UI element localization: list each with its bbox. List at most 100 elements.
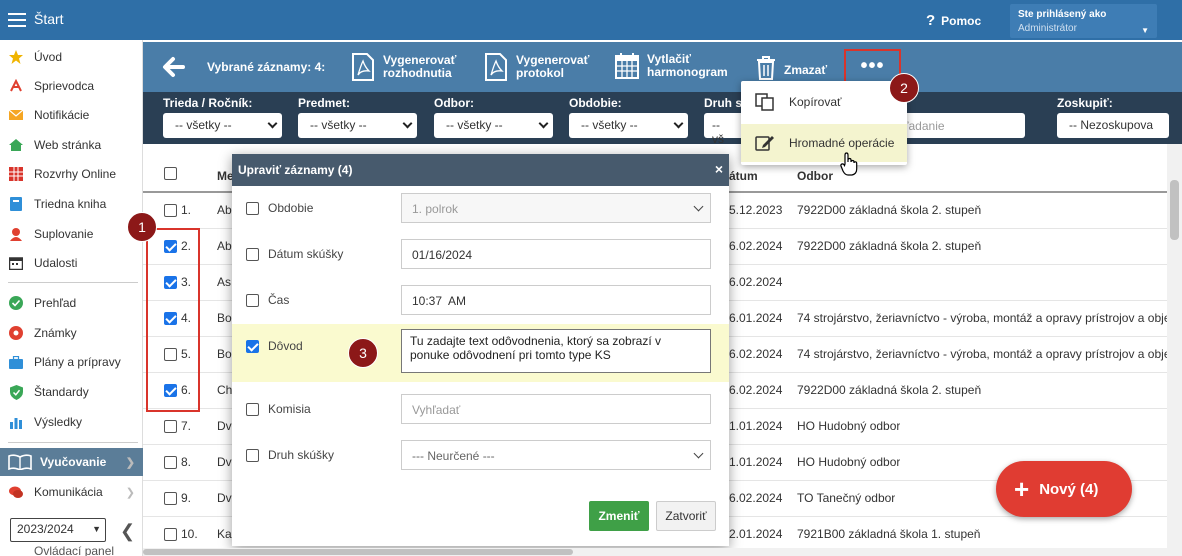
sidebar-section-komunikacia[interactable]: Komunikácia ❯ xyxy=(0,480,143,504)
school-year-select[interactable]: 2023/2024 ▼ xyxy=(10,518,106,542)
menu-item-label: Kopírovať xyxy=(789,95,842,109)
row-odbor: 7922D00 základná škola 2. stupeň xyxy=(797,383,982,397)
filter-obdobie-select[interactable]: -- všetky -- xyxy=(569,113,688,138)
sidebar-item-vysledky[interactable]: Výsledky xyxy=(0,410,143,434)
filter-predmet-select[interactable]: -- všetky -- xyxy=(298,113,417,138)
row-date: 6.02.2024 xyxy=(729,347,783,361)
komisia-checkbox[interactable] xyxy=(246,403,259,416)
form-row-datum: Dátum skúšky 01/16/2024 xyxy=(232,232,729,278)
sidebar-item-web[interactable]: Web stránka xyxy=(0,133,143,157)
column-header-odbor[interactable]: Odbor xyxy=(797,169,833,183)
highlight-box-selection xyxy=(146,228,200,412)
filter-zoskupit-select[interactable]: -- Nezoskupova xyxy=(1057,113,1169,138)
menu-item-bulk-operations[interactable]: Hromadné operácie xyxy=(741,124,907,162)
filter-label-obdobie: Obdobie: xyxy=(569,96,622,110)
generate-decisions-button[interactable]: Vygenerovať rozhodnutia xyxy=(351,53,456,81)
sidebar-item-notifikacie[interactable]: Notifikácie xyxy=(0,103,143,127)
sidebar-item-label: Úvod xyxy=(34,50,63,64)
row-name: Ch xyxy=(217,383,233,397)
komisia-placeholder: Vyhľadať xyxy=(412,403,461,417)
row-checkbox[interactable] xyxy=(164,204,177,217)
row-checkbox[interactable] xyxy=(164,492,177,505)
select-all-checkbox[interactable] xyxy=(164,167,177,180)
sidebar-collapse-icon[interactable]: ❮ xyxy=(120,521,135,542)
filter-label-zoskupit: Zoskupiť: xyxy=(1057,96,1113,110)
envelope-icon xyxy=(8,107,24,123)
dovod-textarea[interactable]: Tu zadajte text odôvodnenia, ktorý sa zo… xyxy=(401,329,711,373)
sidebar-item-udalosti[interactable]: Udalosti xyxy=(0,251,143,275)
book-icon xyxy=(8,196,24,212)
generate-protocol-button[interactable]: Vygenerovať protokol xyxy=(484,53,589,81)
cas-input[interactable]: 10:37 AM xyxy=(401,285,711,315)
sidebar-item-sprievodca[interactable]: Sprievodca xyxy=(0,74,143,98)
help-link[interactable]: ? Pomoc xyxy=(926,12,981,29)
dovod-checkbox[interactable] xyxy=(246,340,259,353)
row-number: 10. xyxy=(181,527,198,541)
sidebar-item-triedna-kniha[interactable]: Triedna kniha xyxy=(0,192,143,216)
row-checkbox[interactable] xyxy=(164,528,177,541)
filter-label-druh: Druh s xyxy=(704,96,743,110)
sidebar-item-uvod[interactable]: Úvod xyxy=(0,45,143,69)
row-number: 7. xyxy=(181,419,192,433)
column-header-date[interactable]: átum xyxy=(729,169,758,183)
filter-odbor-select[interactable]: -- všetky -- xyxy=(434,113,553,138)
filter-druh-select[interactable]: -- vš xyxy=(704,113,744,146)
row-date: 6.02.2024 xyxy=(729,491,783,505)
datum-input[interactable]: 01/16/2024 xyxy=(401,239,711,269)
print-schedule-button[interactable]: Vytlačiť harmonogram xyxy=(615,53,728,79)
step-badge-2: 2 xyxy=(889,73,919,103)
chevron-down-icon: ▼ xyxy=(1141,26,1149,35)
pdf-icon xyxy=(484,53,508,81)
druh-select[interactable]: --- Neurčené --- xyxy=(401,440,711,470)
close-button[interactable]: Zatvoriť xyxy=(656,501,716,531)
sidebar-item-prehlad[interactable]: Prehľad xyxy=(0,291,143,315)
filter-value: -- všetky -- xyxy=(581,118,638,132)
apply-button[interactable]: Zmeniť xyxy=(589,501,649,531)
new-record-button[interactable]: + Nový (4) xyxy=(996,461,1132,517)
sidebar-item-plany[interactable]: Plány a prípravy xyxy=(0,350,143,374)
hand-cursor-icon xyxy=(840,152,858,176)
sidebar-item-suplovanie[interactable]: Suplovanie xyxy=(0,222,143,246)
sidebar-item-standardy[interactable]: Štandardy xyxy=(0,380,143,404)
cas-value: 10:37 AM xyxy=(412,294,467,308)
obdobie-value: 1. polrok xyxy=(412,202,459,216)
obdobie-checkbox[interactable] xyxy=(246,202,259,215)
chart-icon xyxy=(8,414,24,430)
button-label-line2: harmonogram xyxy=(647,65,728,79)
row-checkbox[interactable] xyxy=(164,420,177,433)
user-menu[interactable]: Ste prihlásený ako Administrátor ▼ xyxy=(1010,4,1157,38)
edit-icon xyxy=(755,134,775,152)
button-label-line2: rozhodnutia xyxy=(383,66,452,80)
filter-value: -- Nezoskupova xyxy=(1069,118,1154,132)
school-year-value: 2023/2024 xyxy=(17,522,74,536)
datum-checkbox[interactable] xyxy=(246,248,259,261)
row-name: Bo xyxy=(217,311,232,325)
row-odbor: 7922D00 základná škola 2. stupeň xyxy=(797,203,982,217)
vertical-scrollbar[interactable] xyxy=(1167,144,1182,556)
druh-checkbox[interactable] xyxy=(246,449,259,462)
sidebar-item-rozvrhy[interactable]: Rozvrhy Online xyxy=(0,162,143,186)
cas-checkbox[interactable] xyxy=(246,294,259,307)
briefcase-icon xyxy=(8,354,24,370)
filter-trieda-select[interactable]: -- všetky -- xyxy=(163,113,282,138)
sidebar-section-vyucovanie[interactable]: Vyučovanie ❯ xyxy=(0,448,143,476)
chevron-down-icon: ▼ xyxy=(92,524,101,534)
help-label: Pomoc xyxy=(941,14,982,28)
sidebar-item-znamky[interactable]: Známky xyxy=(0,321,143,345)
horizontal-scrollbar[interactable] xyxy=(143,548,1167,556)
obdobie-select[interactable]: 1. polrok xyxy=(401,193,711,223)
scrollbar-thumb[interactable] xyxy=(1170,180,1179,240)
back-arrow-icon[interactable] xyxy=(161,55,185,79)
scrollbar-thumb[interactable] xyxy=(143,549,573,555)
row-date: 1.01.2024 xyxy=(729,455,783,469)
row-checkbox[interactable] xyxy=(164,456,177,469)
app-title[interactable]: Štart xyxy=(34,11,64,27)
hamburger-menu-icon[interactable] xyxy=(8,11,26,29)
komisia-search-input[interactable]: Vyhľadať xyxy=(401,394,711,424)
delete-button[interactable]: Zmazať xyxy=(756,56,827,80)
filter-search-input[interactable]: ľadanie xyxy=(895,113,1025,138)
close-icon[interactable]: × xyxy=(715,161,723,177)
menu-item-copy[interactable]: Kopírovať xyxy=(741,83,907,121)
form-row-druh: Druh skúšky --- Neurčené --- xyxy=(232,433,729,479)
row-date: 5.12.2023 xyxy=(729,203,783,217)
